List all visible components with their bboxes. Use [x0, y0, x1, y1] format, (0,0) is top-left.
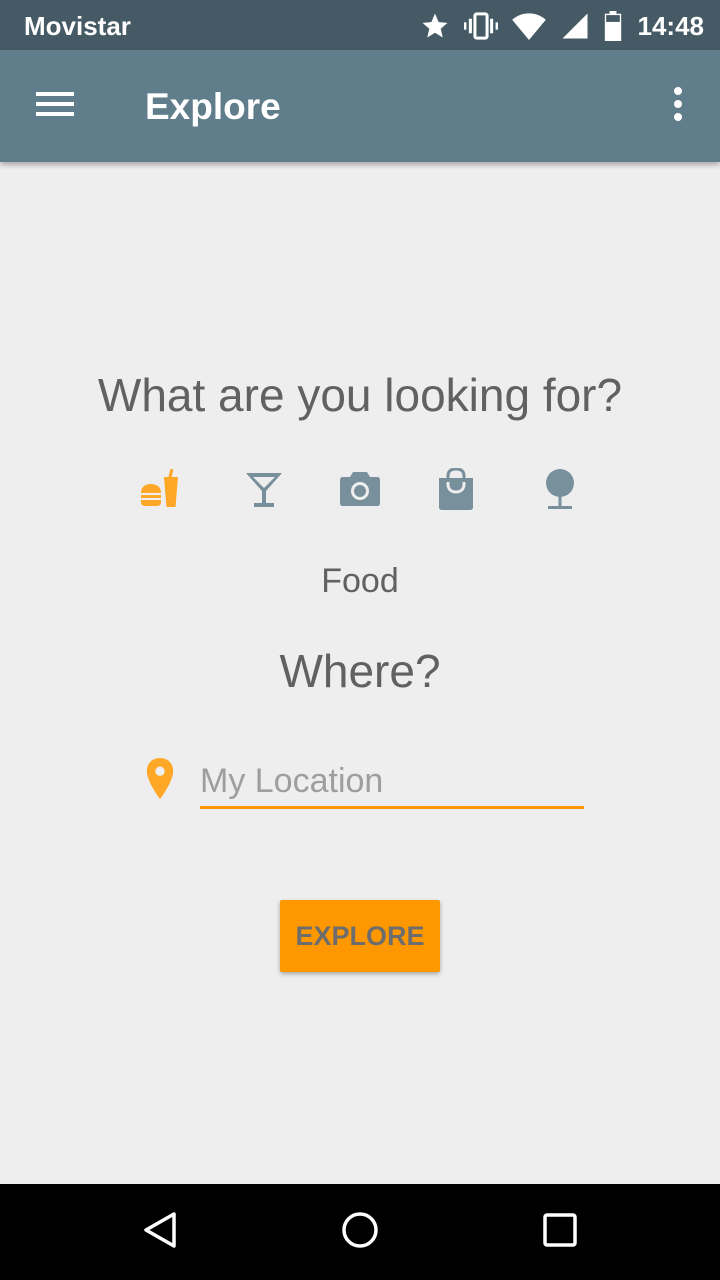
app-bar: Explore [0, 50, 720, 162]
back-icon [140, 1210, 180, 1255]
camera-icon [339, 470, 381, 513]
status-icons: 14:48 [406, 8, 705, 44]
category-nightlife[interactable] [239, 466, 289, 516]
category-food[interactable] [135, 466, 185, 516]
food-icon [137, 468, 183, 514]
tree-icon [542, 468, 578, 515]
cocktail-icon [244, 469, 284, 514]
star-icon [420, 11, 450, 41]
navigation-bar [0, 1184, 720, 1280]
vibrate-icon [463, 11, 498, 41]
home-button[interactable] [328, 1204, 392, 1260]
carrier-name: Movistar [24, 11, 131, 41]
category-outdoors[interactable] [535, 466, 585, 516]
back-button[interactable] [128, 1204, 192, 1260]
recents-icon [542, 1212, 578, 1253]
signal-icon [560, 11, 590, 41]
menu-icon [36, 89, 76, 124]
explore-button[interactable]: EXPLORE [280, 900, 440, 972]
category-selector [0, 466, 720, 516]
clock: 14:48 [637, 10, 705, 41]
wifi-icon [511, 12, 546, 40]
menu-button[interactable] [20, 76, 92, 136]
selected-category-label: Food [321, 562, 399, 600]
home-icon [340, 1210, 380, 1255]
location-pin-icon [140, 758, 180, 802]
more-vert-icon [672, 86, 684, 127]
category-sights[interactable] [335, 466, 385, 516]
overflow-menu-button[interactable] [642, 76, 714, 136]
category-shopping[interactable] [431, 466, 481, 516]
status-bar: Movistar 14:48 [0, 0, 720, 50]
shopping-bag-icon [437, 466, 475, 515]
battery-icon [604, 11, 622, 41]
question-heading: What are you looking for? [97, 369, 623, 421]
recents-button[interactable] [528, 1204, 592, 1260]
where-heading: Where? [279, 645, 441, 697]
page-title: Explore [145, 86, 281, 127]
location-input[interactable] [200, 756, 584, 809]
